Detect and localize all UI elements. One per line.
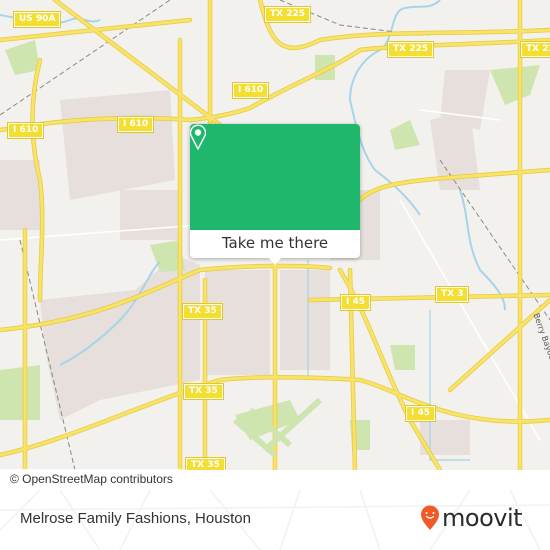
popup-header: [190, 124, 360, 230]
moovit-wordmark: moovit: [442, 504, 523, 532]
road-shield-tx35: TX 35: [183, 383, 224, 400]
road-shield-i45: I 45: [404, 405, 437, 422]
road-shield-i610: I 610: [231, 82, 270, 99]
road-shield-i610: I 610: [6, 122, 45, 139]
road-shield-us90a: US 90A: [12, 11, 62, 28]
footer: Melrose Family Fashions, Houston moovit: [0, 490, 550, 550]
map-canvas[interactable]: US 90A TX 225 TX 225 TX 225 I 610 I 610 …: [0, 0, 550, 470]
moovit-logo[interactable]: moovit: [420, 504, 523, 532]
location-pin-icon: [190, 124, 206, 150]
popup-pointer: [268, 257, 282, 265]
road-shield-i610: I 610: [116, 116, 155, 133]
moovit-pin-icon: [421, 505, 439, 530]
road-shield-tx225: TX 225: [387, 41, 434, 58]
road-shield-tx35: TX 35: [182, 303, 223, 320]
map-attribution[interactable]: © OpenStreetMap contributors: [0, 469, 181, 489]
take-me-there-button[interactable]: Take me there: [190, 230, 360, 258]
road-shield-tx225: TX 225: [264, 6, 311, 23]
road-shield-tx3: TX 3: [434, 286, 470, 303]
road-shield-tx225: TX 225: [520, 41, 550, 58]
road-shield-tx35: TX 35: [185, 457, 226, 470]
location-popup: Take me there: [190, 124, 360, 265]
road-shield-i45: I 45: [339, 294, 372, 311]
place-name: Melrose Family Fashions, Houston: [20, 510, 251, 527]
